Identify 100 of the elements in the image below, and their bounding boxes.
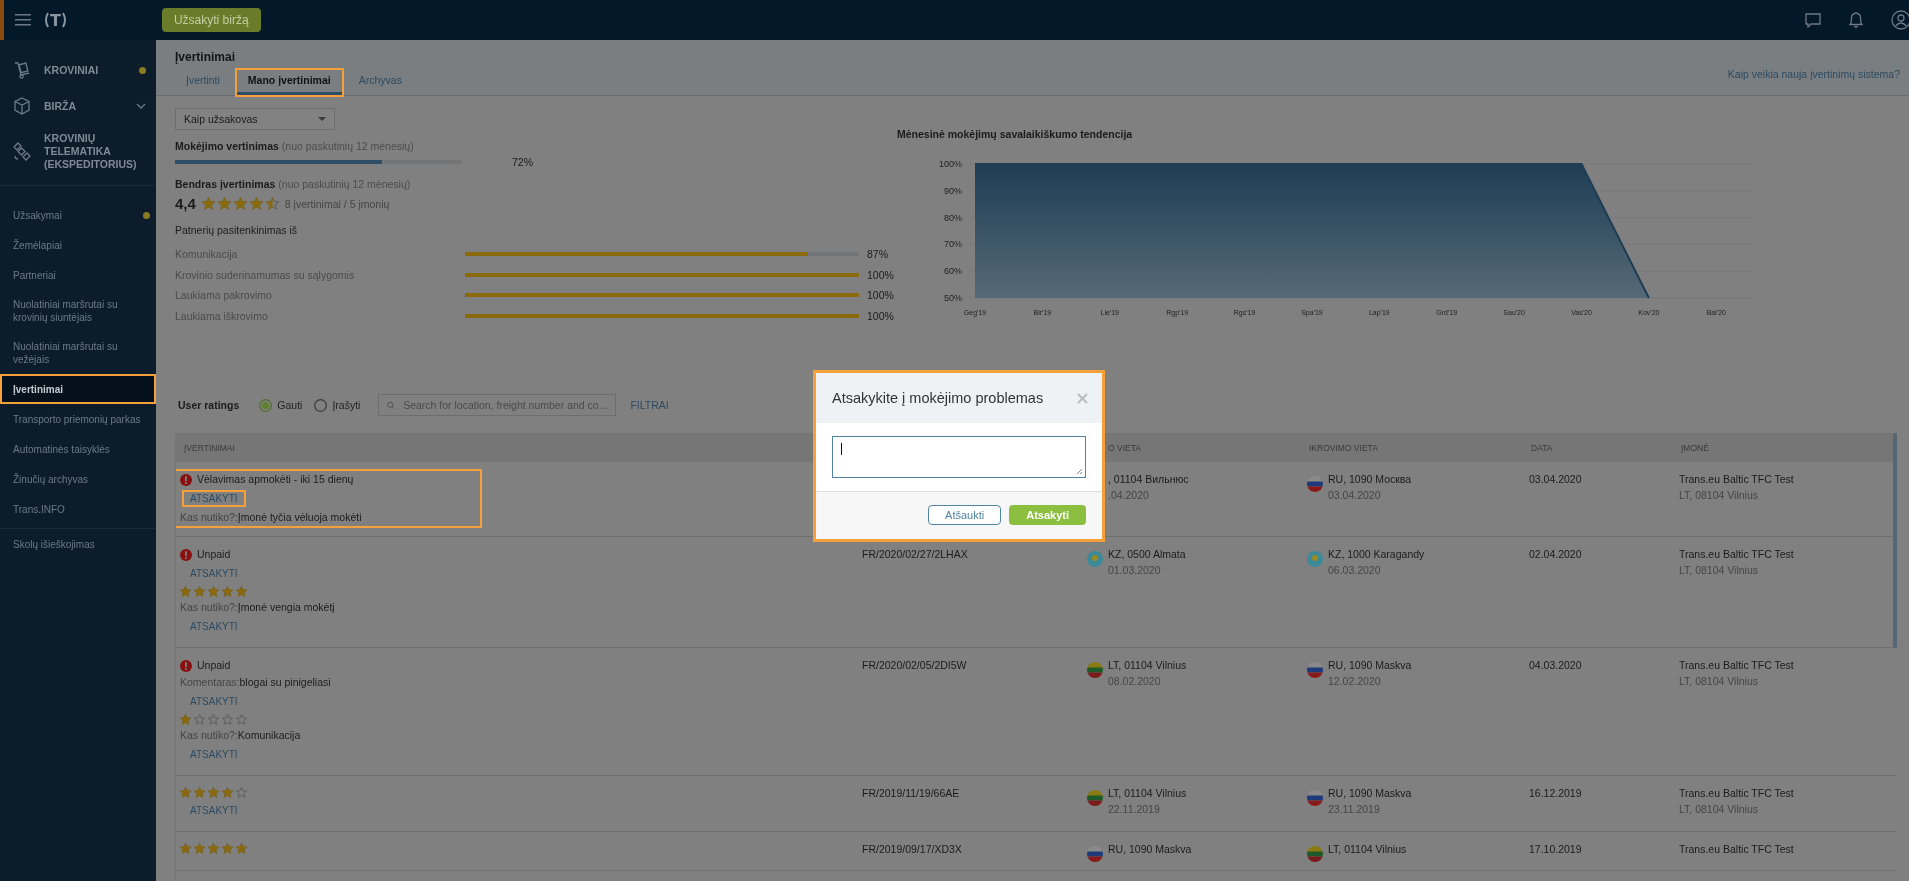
role-dropdown[interactable]: Kaip užsakovas	[175, 108, 335, 130]
issue-text: Unpaid	[197, 659, 231, 672]
section-title: User ratings	[178, 399, 240, 411]
reply-button[interactable]: ATSAKYTI	[182, 490, 246, 507]
date-text: 03.04.2020	[1529, 473, 1582, 485]
error-icon	[180, 473, 192, 486]
chevron-down-icon[interactable]	[136, 103, 146, 109]
chat-icon[interactable]	[1805, 12, 1821, 28]
tab[interactable]: Įvertinti	[175, 70, 231, 95]
star-icon	[180, 787, 191, 798]
scrollbar[interactable]	[1893, 433, 1897, 648]
menu-icon[interactable]	[15, 14, 31, 26]
company-name: Trans.eu Baltic TFC Test	[1679, 843, 1795, 856]
star-icon	[180, 586, 191, 597]
date-text: 04.03.2020	[1529, 659, 1582, 671]
place-text: KZ, 0500 Almata	[1108, 548, 1186, 561]
place-text: , 01104 Вильнюс	[1108, 473, 1189, 486]
star-icon	[208, 714, 219, 725]
chart-title: Mėnesinė mokėjimų savalaikiškumo tendencija	[897, 128, 1134, 140]
order-button[interactable]: Užsakyti biržą	[161, 8, 261, 32]
date-text: 12.02.2020	[1328, 675, 1382, 688]
star-icon	[222, 787, 233, 798]
sidebar-item[interactable]: Žinučių archyvas	[0, 464, 156, 494]
reply-button[interactable]: ATSAKYTI	[182, 802, 246, 819]
reply-button[interactable]: ATSAKYTI	[182, 746, 246, 763]
star-icon	[208, 787, 219, 798]
star-icon	[233, 197, 247, 210]
star-icon	[180, 714, 191, 725]
company-address: LT, 08104 Vilnius	[1679, 803, 1759, 816]
sidebar-item[interactable]: Įvertinimai	[0, 374, 156, 404]
bell-icon[interactable]	[1849, 12, 1863, 28]
error-icon	[180, 548, 192, 561]
percent-text: 72%	[512, 156, 533, 168]
column-header: IKROVIMO VIETA	[1309, 442, 1378, 453]
flag-icon	[1307, 551, 1323, 567]
flag-icon	[1307, 846, 1323, 862]
company-address: LT, 08104 Vilnius	[1679, 675, 1759, 688]
sidebar-item[interactable]: Nuolatiniai maršrutai su krovinių siuntėjais	[0, 290, 156, 332]
help-link[interactable]: Kaip veikia nauja įvertinimų sistema?	[1727, 68, 1900, 95]
place-text: RU, 1090 Москва	[1328, 473, 1412, 486]
sidebar-item[interactable]: Užsakymai	[0, 200, 156, 230]
company-name: Trans.eu Baltic TFC Test	[1679, 787, 1795, 800]
date-text: 06.03.2020	[1328, 564, 1382, 577]
company-name: Trans.eu Baltic TFC Test	[1679, 473, 1795, 486]
submit-button[interactable]: Atsakyti	[1009, 505, 1086, 525]
date-text: 03.04.2020	[1328, 489, 1382, 502]
error-icon	[180, 659, 192, 672]
caret-icon	[318, 117, 326, 121]
star-icon	[194, 787, 205, 798]
sidebar-module[interactable]: KROVINIŲ TELEMATIKA (EKSPEDITORIUS)	[0, 128, 156, 175]
flag-icon	[1087, 662, 1103, 678]
issue-text: Unpaid	[197, 548, 231, 561]
radio-option[interactable]: Įrašyti	[314, 398, 361, 412]
star-icon	[208, 586, 219, 597]
filters-link[interactable]: FILTRAI	[630, 399, 669, 411]
sidebar-module[interactable]: KROVINIAI	[0, 56, 156, 84]
section-title: Patnerių pasitenkinimas iš	[175, 224, 298, 236]
reply-button[interactable]: ATSAKYTI	[182, 618, 246, 635]
sidebar-item[interactable]: Partneriai	[0, 260, 156, 290]
star-icon	[201, 197, 215, 210]
reply-button[interactable]: ATSAKYTI	[182, 565, 246, 582]
resize-grip-icon[interactable]	[1075, 467, 1083, 475]
place-text: RU, 1090 Maskva	[1108, 843, 1192, 856]
tab[interactable]: Mano įvertinimai	[236, 70, 342, 95]
percent-text: 100%	[866, 268, 894, 281]
reply-text-area[interactable]	[832, 436, 1086, 478]
percent-text: 100%	[866, 309, 894, 322]
note-text: Kas nutiko?:Įmonė tyčia vėluoja mokėti	[180, 511, 362, 524]
star-icon	[236, 714, 247, 725]
star-icon	[222, 586, 233, 597]
sidebar-item[interactable]: Nuolatiniai maršrutai su vežėjais	[0, 332, 156, 374]
cancel-button[interactable]: Atšaukti	[928, 505, 1002, 525]
rating-score: 4,4	[175, 195, 196, 212]
sidebar-module[interactable]: BIRŽA	[0, 92, 156, 120]
place-text: RU, 1090 Maskva	[1328, 787, 1412, 800]
place-text: RU, 1090 Maskva	[1328, 659, 1412, 672]
flag-icon	[1087, 790, 1103, 806]
sidebar-item[interactable]: Skolų išieškojimas	[0, 529, 156, 559]
sidebar-item[interactable]: Žemėlapiai	[0, 230, 156, 260]
column-header: ĮVERTINIMAI	[184, 442, 235, 453]
axis-tick-label: 70%	[944, 239, 962, 250]
percent-text: 87%	[866, 248, 888, 261]
reply-button[interactable]: ATSAKYTI	[182, 693, 246, 710]
radio-icon[interactable]	[259, 398, 273, 412]
user-avatar-icon[interactable]	[1891, 10, 1909, 30]
tab[interactable]: Archyvas	[347, 70, 413, 95]
radio-option[interactable]: Gauti	[259, 398, 303, 412]
radio-icon[interactable]	[314, 398, 328, 412]
logo[interactable]: T	[43, 10, 68, 30]
sidebar-item[interactable]: Transporto priemonių parkas	[0, 404, 156, 434]
sidebar-item[interactable]: Trans.INFO	[0, 494, 156, 524]
star-icon	[180, 843, 191, 854]
company-name: Trans.eu Baltic TFC Test	[1679, 659, 1795, 672]
sidebar-item[interactable]: Automatinės taisyklės	[0, 434, 156, 464]
search-icon	[387, 399, 396, 411]
hand-truck-icon	[12, 60, 32, 80]
place-text: LT, 01104 Vilnius	[1108, 659, 1187, 672]
date-text: 17.10.2019	[1529, 843, 1582, 855]
date-text: 01.03.2020	[1108, 564, 1162, 577]
axis-tick-label: 60%	[944, 266, 962, 277]
